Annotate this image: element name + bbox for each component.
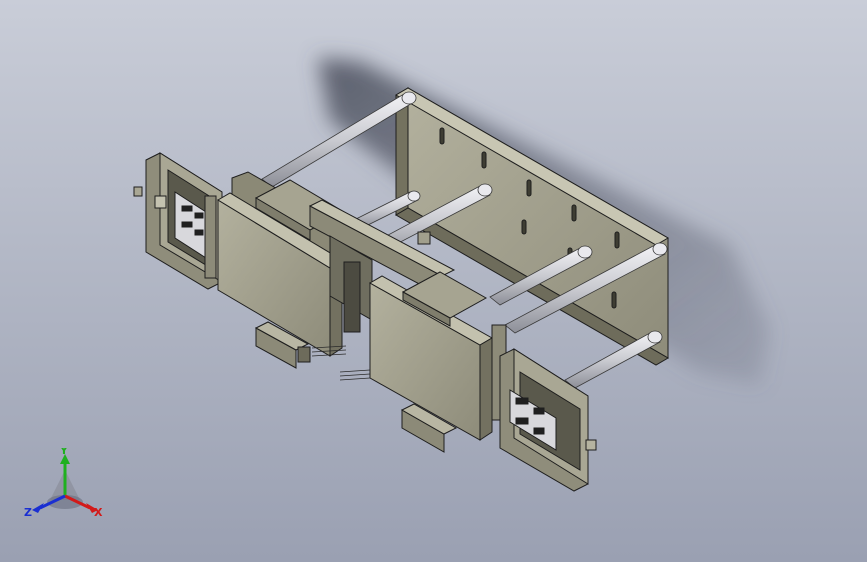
cad-3d-viewport[interactable]: Y X Z	[0, 0, 867, 562]
x-axis-label: X	[94, 506, 103, 519]
y-axis-label: Y	[59, 448, 69, 457]
assembly-model[interactable]	[0, 0, 867, 562]
orientation-triad[interactable]: Y X Z	[22, 448, 108, 524]
right-carriage	[368, 271, 507, 453]
right-end-frame	[499, 348, 597, 492]
z-axis-label: Z	[24, 506, 32, 519]
